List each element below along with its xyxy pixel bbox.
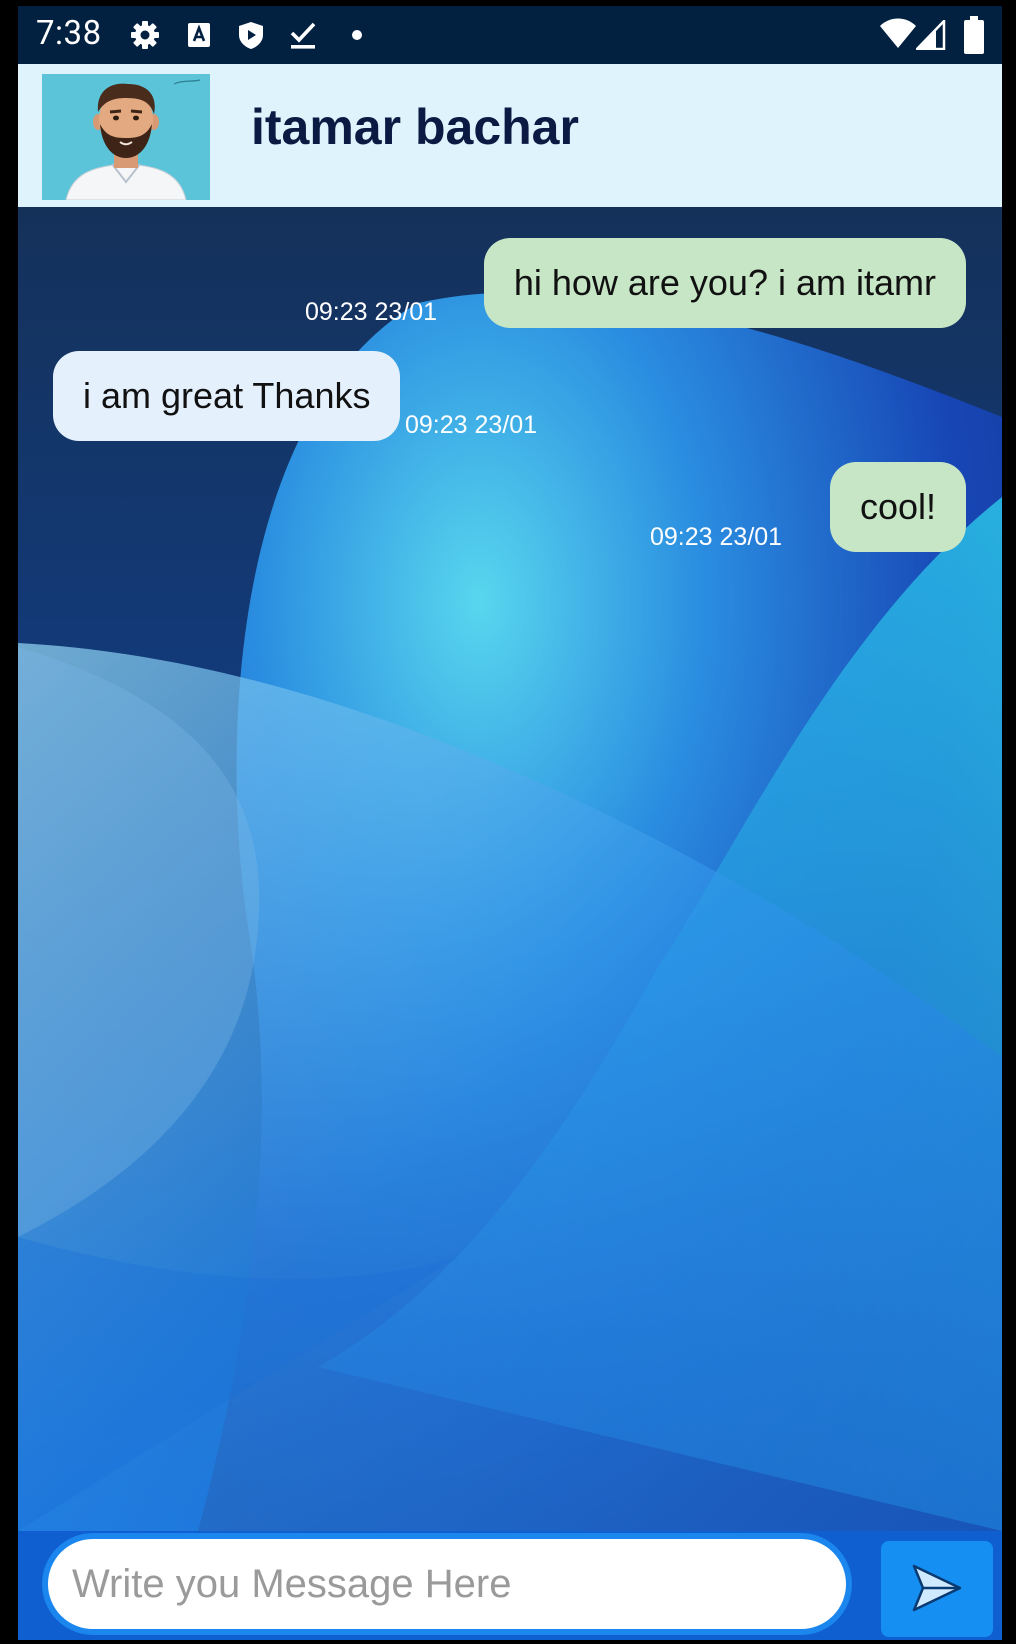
message-input[interactable]	[42, 1533, 852, 1635]
download-check-icon	[288, 20, 318, 50]
phone-screen: 7:38 itamar bachar hi how are you? i am …	[18, 6, 1002, 1640]
message-bubble-sent[interactable]: cool!	[829, 462, 966, 552]
avatar[interactable]	[42, 74, 210, 200]
message-timestamp: 09:23 23/01	[650, 523, 783, 551]
status-bar: 7:38	[18, 6, 1002, 64]
message-timestamp: 09:23 23/01	[405, 411, 538, 439]
wifi-icon	[880, 18, 916, 50]
composer-bar	[18, 1531, 1002, 1640]
message-timestamp: 09:23 23/01	[305, 298, 438, 326]
notification-dot-icon	[352, 30, 362, 40]
message-bubble-sent[interactable]: hi how are you? i am itamr	[483, 238, 966, 328]
chat-header: itamar bachar	[18, 64, 1002, 207]
message-bubble-received[interactable]: i am great Thanks	[53, 351, 401, 441]
font-a-icon	[184, 20, 214, 50]
shield-play-icon	[236, 20, 266, 50]
avatar-illustration	[42, 74, 210, 200]
cell-signal-icon	[914, 17, 946, 51]
send-icon	[912, 1564, 962, 1612]
status-time: 7:38	[36, 14, 102, 53]
contact-name: itamar bachar	[251, 99, 579, 155]
battery-icon	[964, 16, 984, 54]
settings-gear-icon	[130, 20, 160, 50]
send-button[interactable]	[881, 1541, 993, 1637]
messages-list[interactable]: hi how are you? i am itamr 09:23 23/01 i…	[18, 207, 1002, 1531]
